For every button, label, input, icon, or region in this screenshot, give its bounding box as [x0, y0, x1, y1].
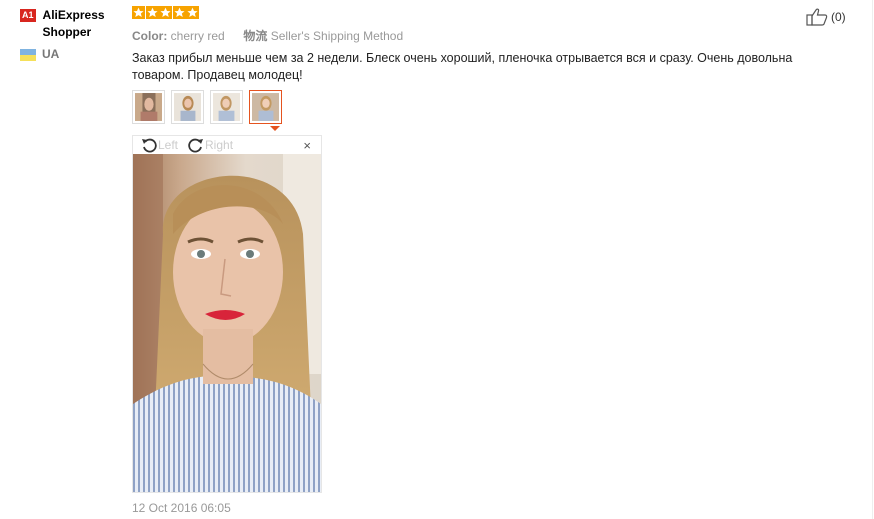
review-body: Color: cherry red 物流 Seller's Shipping M…	[132, 6, 852, 83]
color-label: Color:	[132, 29, 168, 43]
active-thumbnail-caret-icon	[270, 126, 280, 131]
review-card: A1 AliExpress Shopper UA Color: cherry r…	[0, 0, 874, 519]
star-icon	[186, 6, 199, 19]
helpful-count: (0)	[831, 10, 846, 24]
star-icon	[132, 6, 145, 19]
star-icon	[159, 6, 172, 19]
helpful-vote[interactable]: (0)	[806, 8, 846, 26]
rotate-left-label: Left	[158, 138, 179, 152]
rotate-left-icon	[142, 138, 157, 153]
reviewer-country: UA	[42, 47, 60, 61]
photo-thumbnail[interactable]	[171, 90, 204, 124]
shipping-label: 物流	[243, 29, 268, 43]
review-date: 12 Oct 2016 06:05	[132, 501, 231, 515]
photo-thumbnail[interactable]	[132, 90, 165, 124]
shipping-value: Seller's Shipping Method	[270, 29, 404, 43]
rotate-right-label: Right	[205, 138, 234, 152]
rotate-right-button[interactable]: Right	[188, 137, 233, 153]
star-icon	[145, 6, 159, 19]
rotate-left-button[interactable]: Left	[141, 137, 178, 153]
viewer-toolbar: Left Right ×	[133, 136, 321, 154]
review-photo	[133, 154, 321, 492]
photo-thumbnail[interactable]	[210, 90, 243, 124]
photo-thumbnail-active[interactable]	[249, 90, 282, 124]
review-text: Заказ прибыл меньше чем за 2 недели. Бле…	[132, 51, 793, 82]
level-badge: A1	[20, 9, 36, 22]
star-icon	[172, 6, 186, 19]
ukraine-flag-icon	[20, 48, 36, 61]
photo-viewer: Left Right ×	[132, 135, 322, 493]
order-attributes: Color: cherry red 物流 Seller's Shipping M…	[132, 28, 852, 44]
reviewer-name: AliExpress Shopper	[42, 8, 105, 39]
divider	[872, 0, 873, 519]
rotate-right-icon	[188, 138, 204, 153]
reviewer-info: A1 AliExpress Shopper UA	[20, 7, 130, 61]
color-value: cherry red	[170, 29, 225, 43]
photo-thumbnails	[132, 90, 288, 124]
star-rating	[132, 6, 852, 22]
thumbs-up-icon	[806, 8, 828, 26]
close-icon[interactable]: ×	[303, 139, 311, 152]
